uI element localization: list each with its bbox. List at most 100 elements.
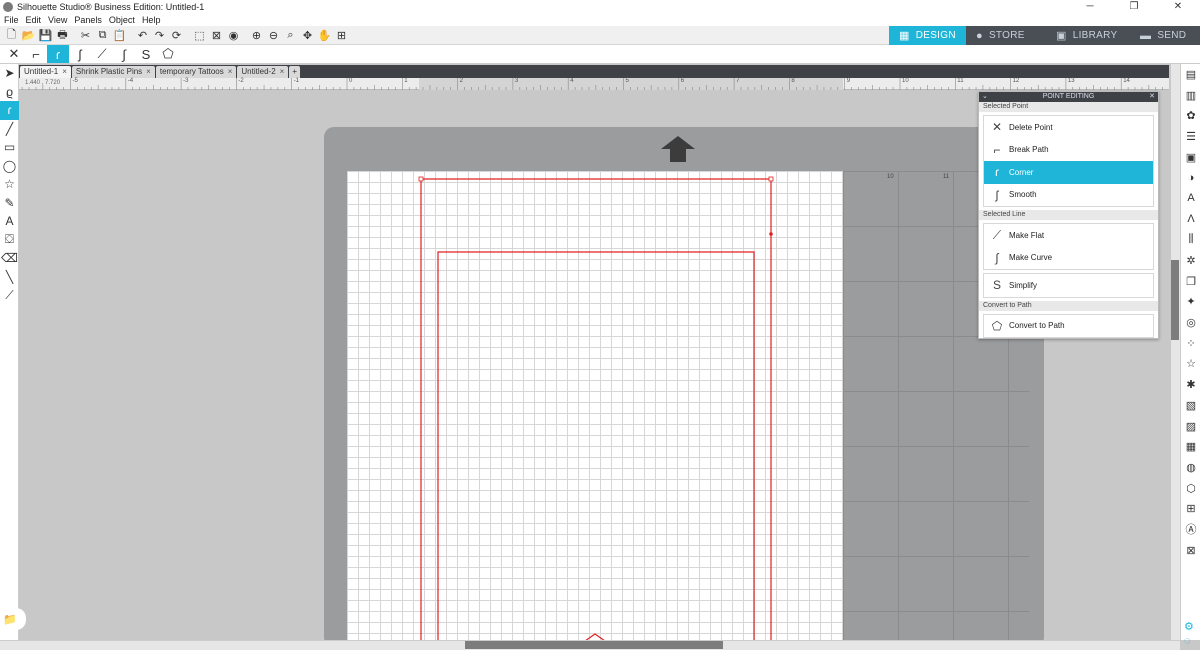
rectangle-tool-icon[interactable]: ▭ [0, 138, 19, 157]
undo-icon[interactable]: ↶ [134, 28, 151, 43]
offset-icon[interactable]: ◎ [1181, 312, 1200, 333]
panel-close-icon[interactable]: ✕ [1149, 92, 1155, 102]
print-icon[interactable]: 🖶 [54, 28, 71, 43]
pattern-icon[interactable]: ⊠ [1181, 540, 1200, 561]
open-file-icon[interactable]: 📂 [20, 28, 37, 43]
align-icon[interactable]: ⫼ [1181, 230, 1200, 251]
grid-lines-icon[interactable]: ☰ [1181, 126, 1200, 147]
modify-icon[interactable]: ✦ [1181, 292, 1200, 313]
make-curve-icon[interactable]: ∫ [113, 45, 135, 63]
redo-icon[interactable]: ↷ [151, 28, 168, 43]
pencil-tool-icon[interactable]: ✎ [0, 194, 19, 213]
trace-icon[interactable]: ✱ [1181, 374, 1200, 395]
folder-drawer-icon[interactable]: 📁 [0, 608, 26, 630]
menu-panels[interactable]: Panels [74, 15, 102, 25]
cut-icon[interactable]: ✂ [77, 28, 94, 43]
star-icon[interactable]: ☆ [1181, 354, 1200, 375]
smooth-point-icon[interactable]: ʃ [69, 45, 91, 63]
corner-point-icon[interactable]: ɾ [47, 45, 69, 63]
lasso-icon[interactable]: ϱ [0, 83, 19, 102]
smooth-button[interactable]: ʃ Smooth [984, 184, 1153, 207]
zoom-in-icon[interactable]: ⊕ [248, 28, 265, 43]
delete-point-button[interactable]: ✕ Delete Point [984, 116, 1153, 139]
send-panel-icon[interactable]: ▥ [1181, 85, 1200, 106]
close-tab-icon[interactable]: × [62, 66, 67, 78]
outer-rectangle-path[interactable] [420, 178, 772, 640]
select-by-color-icon[interactable]: ◉ [225, 28, 242, 43]
copy-icon[interactable]: ⧉ [94, 28, 111, 43]
add-tab-button[interactable]: + [289, 66, 300, 78]
help-icon[interactable]: ◌ [1184, 635, 1191, 647]
select-arrow-icon[interactable]: ➤ [0, 64, 19, 83]
vertical-scrollbar[interactable] [1171, 64, 1180, 640]
eyedropper-tool-icon[interactable]: ⟋ [0, 286, 19, 305]
close-tab-icon[interactable]: × [280, 66, 285, 78]
paste-icon[interactable]: 📋 [111, 28, 128, 43]
doc-tab-untitled-2[interactable]: Untitled-2 × [237, 66, 289, 78]
nesting-icon[interactable]: ▦ [1181, 436, 1200, 457]
pan-hand-icon[interactable]: ✋ [316, 28, 333, 43]
horizontal-scroll-thumb[interactable] [465, 641, 723, 649]
replicate-icon[interactable]: ❐ [1181, 271, 1200, 292]
design-store-icon[interactable]: ✿ [1181, 105, 1200, 126]
menu-file[interactable]: File [4, 15, 19, 25]
zoom-out-icon[interactable]: ⊖ [265, 28, 282, 43]
eraser-tool-icon[interactable]: ⌫ [0, 249, 19, 268]
simplify-icon[interactable]: S [135, 45, 157, 63]
make-curve-button[interactable]: ∫ Make Curve [984, 247, 1153, 270]
zoom-select-icon[interactable]: ⌕ [282, 28, 299, 43]
edit-point-handle[interactable] [769, 232, 773, 236]
emboss-icon[interactable]: ⬡ [1181, 478, 1200, 499]
settings-gear-icon[interactable]: ⚙ [1184, 620, 1194, 633]
break-path-button[interactable]: ⌐ Break Path [984, 139, 1153, 162]
close-tab-icon[interactable]: × [146, 66, 151, 78]
page-setup-icon[interactable]: ▤ [1181, 64, 1200, 85]
warp-icon[interactable]: ◍ [1181, 457, 1200, 478]
refresh-icon[interactable]: ⟳ [168, 28, 185, 43]
transform-icon[interactable]: ✲ [1181, 250, 1200, 271]
polygon-tool-icon[interactable]: ☆ [0, 175, 19, 194]
point-edit-icon[interactable]: ɾ [0, 101, 19, 120]
sketch-icon[interactable]: Ʌ [1181, 209, 1200, 230]
deselect-icon[interactable]: ⊠ [208, 28, 225, 43]
text-style-icon[interactable]: A [1181, 188, 1200, 209]
inner-rectangle-path[interactable] [437, 251, 755, 640]
library-panel-icon[interactable]: ⊞ [1181, 498, 1200, 519]
vertical-scroll-thumb[interactable] [1171, 260, 1179, 340]
menu-view[interactable]: View [48, 15, 67, 25]
tab-store[interactable]: ● STORE [966, 26, 1046, 45]
tab-send[interactable]: ▬ SEND [1130, 26, 1200, 45]
corner-button[interactable]: ɾ Corner [984, 161, 1153, 184]
simplify-button[interactable]: S Simplify [984, 274, 1153, 297]
close-tab-icon[interactable]: × [228, 66, 233, 78]
tab-library[interactable]: ▣ LIBRARY [1046, 26, 1130, 45]
maximize-button[interactable]: ❐ [1112, 0, 1156, 14]
edit-point-handle[interactable] [768, 176, 774, 182]
delete-point-icon[interactable]: ✕ [3, 45, 25, 63]
layers-icon[interactable]: ▧ [1181, 395, 1200, 416]
convert-to-path-button[interactable]: ⬠ Convert to Path [984, 315, 1153, 338]
new-file-icon[interactable]: 🗋 [3, 28, 20, 43]
doc-tab-temporary-tattoos[interactable]: temporary Tattoos × [155, 66, 237, 78]
select-all-icon[interactable]: ⬚ [191, 28, 208, 43]
font-icon[interactable]: Ⓐ [1181, 519, 1200, 540]
fill-tool-icon[interactable]: ⛋ [0, 231, 19, 250]
move-icon[interactable]: ✥ [299, 28, 316, 43]
knife-tool-icon[interactable]: ╲ [0, 268, 19, 287]
hatch-icon[interactable]: ▨ [1181, 416, 1200, 437]
menu-help[interactable]: Help [142, 15, 161, 25]
transparency-icon[interactable]: ◑ [1181, 167, 1200, 188]
doc-tab-untitled-1[interactable]: Untitled-1 × [20, 66, 71, 78]
fit-to-page-icon[interactable]: ⊞ [333, 28, 350, 43]
collapse-chevron-icon[interactable]: ⌄ [982, 92, 988, 102]
convert-to-path-icon[interactable]: ⬠ [157, 45, 179, 63]
edit-point-handle[interactable] [418, 176, 424, 182]
menu-object[interactable]: Object [109, 15, 135, 25]
close-window-button[interactable]: ✕ [1156, 0, 1200, 14]
save-icon[interactable]: 💾 [37, 28, 54, 43]
break-path-icon[interactable]: ⌐ [25, 45, 47, 63]
make-flat-icon[interactable]: ⟋ [91, 45, 113, 63]
menu-edit[interactable]: Edit [26, 15, 42, 25]
tab-design[interactable]: ▦ DESIGN [889, 26, 966, 45]
fill-color-icon[interactable]: ▣ [1181, 147, 1200, 168]
